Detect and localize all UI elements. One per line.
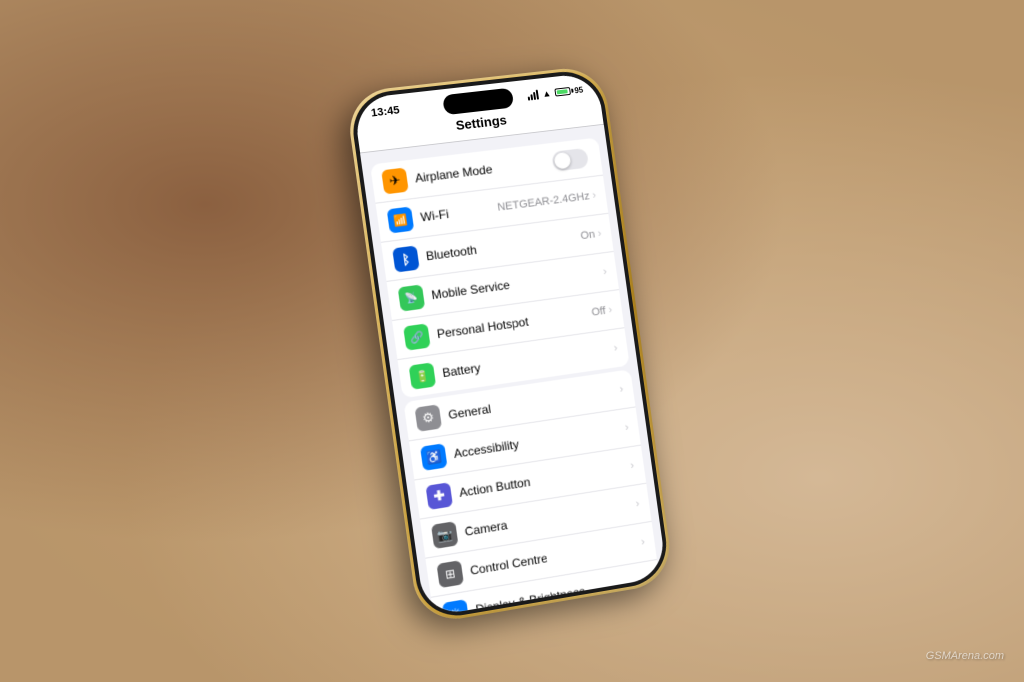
control-centre-chevron: › xyxy=(640,536,645,548)
display-brightness-icon: ☀ xyxy=(442,599,469,617)
airplane-mode-toggle[interactable] xyxy=(551,148,589,172)
wifi-value: NETGEAR-2.4GHz xyxy=(497,190,591,213)
bluetooth-value: On xyxy=(580,229,596,243)
control-centre-icon: ⊞ xyxy=(437,560,464,588)
signal-bars xyxy=(527,90,539,101)
settings-group-connectivity: ✈ Airplane Mode 📶 Wi-Fi NETGEAR-2.4GHz › xyxy=(370,137,630,398)
personal-hotspot-icon: 🔗 xyxy=(403,323,431,350)
battery-icon: 🔋 xyxy=(409,362,437,389)
airplane-mode-icon: ✈ xyxy=(381,167,409,194)
toggle-knob xyxy=(554,152,572,170)
action-button-icon: ✚ xyxy=(426,482,453,510)
general-icon: ⚙ xyxy=(415,404,443,432)
bluetooth-chevron: › xyxy=(597,228,602,240)
watermark: GSMArena.com xyxy=(926,650,1004,662)
camera-chevron: › xyxy=(635,498,640,510)
battery-chevron: › xyxy=(613,342,618,354)
camera-icon: 📷 xyxy=(431,521,458,549)
wifi-label: Wi-Fi xyxy=(420,201,499,225)
nav-title: Settings xyxy=(455,112,508,133)
settings-group-system: ⚙ General › ♿ Accessibility › ✚ Action B… xyxy=(403,369,667,617)
personal-hotspot-chevron: › xyxy=(608,304,613,316)
bluetooth-icon: ᛒ xyxy=(392,245,420,272)
wifi-chevron: › xyxy=(592,190,597,202)
signal-bar-4 xyxy=(536,90,539,100)
battery-fill xyxy=(557,89,568,94)
battery-body xyxy=(554,87,571,97)
action-button-chevron: › xyxy=(630,460,635,472)
accessibility-icon: ♿ xyxy=(420,443,447,471)
personal-hotspot-value: Off xyxy=(591,305,607,319)
mobile-service-icon: 📡 xyxy=(398,284,426,311)
wifi-icon: 📶 xyxy=(387,206,415,233)
display-brightness-chevron: › xyxy=(646,574,651,586)
wifi-status-icon: ▲ xyxy=(542,88,552,99)
battery-text: 95 xyxy=(574,85,584,95)
battery-indicator: 95 xyxy=(554,85,583,97)
airplane-mode-label: Airplane Mode xyxy=(414,155,554,186)
status-time: 13:45 xyxy=(370,104,400,119)
status-icons: ▲ 95 xyxy=(527,85,584,101)
general-chevron: › xyxy=(619,383,624,395)
mobile-service-chevron: › xyxy=(602,266,607,278)
accessibility-chevron: › xyxy=(624,422,629,434)
